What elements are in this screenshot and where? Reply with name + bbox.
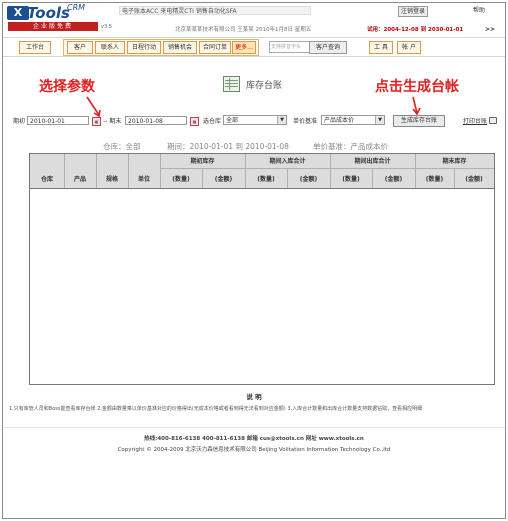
- header-closing-stock: 期末库存: [442, 158, 467, 165]
- header-spec: 规格: [105, 176, 118, 183]
- print-ledger-link[interactable]: 打印台账: [463, 118, 487, 126]
- header-period-out: 期间出库合计: [354, 158, 391, 165]
- header-product: 产品: [73, 176, 86, 183]
- ledger-icon: [223, 76, 240, 92]
- notes-title: 说 明: [246, 393, 262, 401]
- header-period-in: 期间入库合计: [269, 158, 306, 165]
- inventory-ledger-table: 仓库 产品 规格 单位 期初库存 期间入库合计 期间出库合计 期末库存 (数量)…: [29, 153, 495, 385]
- header-unit: 单位: [137, 176, 150, 183]
- page-title: 库存台账: [246, 81, 283, 91]
- warehouse-label: 选仓库: [203, 118, 222, 125]
- group-header-divider: [160, 168, 494, 169]
- subheader-amount: (金额): [299, 176, 318, 183]
- price-basis-value: 产品成本价: [324, 117, 355, 124]
- subheader-amount: (金额): [465, 176, 483, 183]
- subheader-qty: (数量): [425, 176, 444, 183]
- subheader-amount: (金额): [214, 176, 233, 183]
- footer-divider: [3, 427, 505, 428]
- end-calendar-icon[interactable]: ▦: [190, 117, 199, 126]
- summary-warehouse: 仓库：全部: [103, 142, 141, 151]
- footer-copyright: Copyright © 2004-2009 北京沃力森信息技术有限公司 Beij…: [117, 447, 391, 453]
- chevron-down-icon: ▼: [277, 116, 286, 124]
- to-label: -- 期末: [103, 118, 122, 125]
- print-icon[interactable]: [489, 117, 497, 124]
- start-date-field[interactable]: 2010-01-01: [27, 116, 89, 125]
- footer-contact: 热线:400-816-6138 400-811-6138 邮箱 cus@xtoo…: [144, 436, 364, 442]
- subheader-qty: (数量): [342, 176, 360, 183]
- chevron-down-icon: ▼: [375, 116, 384, 124]
- summary-period: 期间：2010-01-01 到 2010-01-08: [167, 142, 289, 151]
- end-date-field[interactable]: 2010-01-08: [125, 116, 187, 125]
- subheader-amount: (金额): [384, 176, 403, 183]
- price-basis-label: 单价基准: [293, 118, 318, 125]
- header-bottom-border: [30, 188, 494, 189]
- subheader-qty: (数量): [257, 176, 275, 183]
- header-opening-stock: 期初库存: [190, 158, 215, 165]
- generate-ledger-button[interactable]: 生成库存台账: [393, 115, 445, 127]
- warehouse-select[interactable]: 全部 ▼: [223, 115, 287, 125]
- start-calendar-icon[interactable]: ▦: [92, 117, 101, 126]
- price-basis-select[interactable]: 产品成本价 ▼: [321, 115, 385, 125]
- warehouse-value: 全部: [226, 117, 239, 124]
- app-window: X Tools CRM 企业版免费 v3.5 电子账本ACC 来电精灵CTI 销…: [2, 2, 506, 519]
- summary-price-basis: 单价基准：产品成本价: [313, 142, 388, 151]
- notes-text: 1.只有库管人员和Boss能查看库存台帐 2.金额由数量乘以单价基准对应的价格得…: [9, 406, 423, 412]
- subheader-qty: (数量): [172, 176, 190, 183]
- header-warehouse: 仓库: [40, 176, 53, 183]
- period-label: 期初: [13, 118, 26, 125]
